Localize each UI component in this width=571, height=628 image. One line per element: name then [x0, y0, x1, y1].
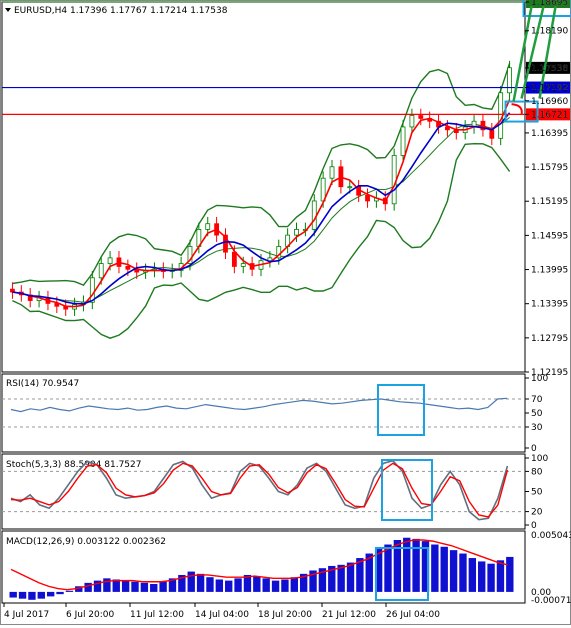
macd-histogram-bar — [346, 562, 355, 592]
macd-histogram-bar — [103, 578, 111, 592]
macd-histogram-bar — [150, 584, 158, 592]
macd-histogram-bar — [187, 571, 195, 592]
candle-body — [409, 115, 415, 128]
macd-histogram-bar — [290, 577, 298, 592]
macd-histogram-bar — [225, 580, 233, 592]
time-tick-label: 18 Jul 20:00 — [258, 610, 312, 620]
candle-body — [347, 186, 353, 189]
macd-histogram-bar — [440, 546, 448, 592]
macd-histogram-bar — [506, 556, 514, 592]
rsi-tick-label: 70 — [531, 395, 543, 405]
candle-body — [240, 263, 246, 267]
macd-histogram-bar — [18, 591, 27, 599]
candle-body — [391, 155, 397, 205]
macd-label: MACD(12,26,9) 0.003122 0.002362 — [6, 537, 166, 547]
price-tick-label: 1.13995 — [531, 266, 568, 276]
price-tick-label: 1.18695 — [531, 0, 568, 8]
candle-body — [365, 194, 370, 202]
macd-histogram-bar — [65, 590, 74, 592]
price-tick-label: 1.18190 — [531, 27, 568, 37]
stoch-label: Stoch(5,3,3) 88.5904 81.7527 — [6, 460, 141, 470]
price-tick-label: 1.13395 — [531, 300, 568, 310]
rsi-tick-label: 50 — [531, 409, 543, 419]
macd-histogram-bar — [206, 577, 214, 592]
macd-histogram-bar — [131, 581, 139, 592]
stoch-tick-label: 80 — [531, 467, 543, 477]
price-tick-label: 1.15795 — [531, 163, 568, 173]
candle-body — [125, 266, 131, 270]
time-tick-label: 4 Jul 2017 — [4, 610, 49, 620]
macd-histogram-bar — [412, 538, 420, 592]
macd-histogram-bar — [431, 544, 439, 592]
macd-tick-label: 0.005043 — [531, 531, 571, 541]
macd-histogram-bar — [140, 582, 149, 592]
price-tick-label: 1.12795 — [531, 334, 568, 344]
candle-body — [231, 251, 237, 267]
time-tick-label: 6 Jul 20:00 — [66, 610, 115, 620]
rsi-label: RSI(14) 70.9547 — [6, 379, 79, 389]
macd-histogram-bar — [121, 580, 130, 592]
candle-body — [311, 200, 317, 230]
macd-histogram-bar — [449, 550, 458, 592]
time-tick-label: 21 Jul 12:00 — [322, 610, 376, 620]
macd-histogram-bar — [84, 582, 92, 592]
macd-histogram-bar — [271, 580, 280, 592]
time-tick-label: 14 Jul 04:00 — [195, 610, 249, 620]
macd-histogram-bar — [478, 561, 486, 592]
macd-histogram-bar — [403, 537, 411, 592]
stoch-tick-label: 0 — [531, 521, 537, 531]
candle-body — [329, 166, 335, 179]
candle-body — [400, 126, 406, 156]
time-tick-label: 26 Jul 04:00 — [386, 610, 440, 620]
price-tick-label: 1.16395 — [531, 129, 568, 139]
macd-histogram-bar — [46, 591, 55, 597]
price-tick-label: 1.17538 — [531, 64, 568, 74]
price-tick-label: 1.14595 — [531, 231, 568, 241]
rsi-tick-label: 0 — [531, 444, 537, 454]
time-tick-label: 11 Jul 12:00 — [130, 610, 184, 620]
macd-histogram-bar — [468, 558, 477, 592]
stoch-tick-label: 20 — [531, 508, 543, 518]
candle-body — [418, 115, 424, 119]
macd-histogram-bar — [496, 560, 505, 592]
rsi-tick-label: 30 — [531, 423, 543, 433]
macd-histogram-bar — [56, 591, 64, 595]
macd-histogram-bar — [215, 579, 224, 592]
macd-histogram-bar — [159, 581, 167, 592]
candle-body — [507, 67, 512, 94]
stoch-tick-label: 100 — [531, 454, 548, 464]
price-tick-label: 1.16721 — [531, 110, 568, 120]
price-tick-label: 1.17192 — [531, 84, 568, 94]
macd-histogram-bar — [196, 573, 205, 592]
macd-histogram-bar — [459, 553, 467, 592]
macd-histogram-bar — [281, 579, 289, 592]
candle-body — [294, 229, 299, 236]
stoch-tick-label: 50 — [531, 488, 543, 498]
chart-window[interactable]: EURUSD,H4 1.17396 1.17767 1.17214 1.1753… — [0, 0, 571, 625]
candle-body — [489, 129, 495, 139]
price-tick-label: 1.16960 — [531, 97, 568, 107]
macd-tick-label: -0.000718 — [531, 596, 571, 606]
macd-histogram-bar — [9, 591, 17, 598]
macd-histogram-bar — [28, 591, 36, 600]
candle-body — [107, 257, 113, 264]
macd-histogram-bar — [487, 563, 495, 592]
rsi-tick-label: 100 — [531, 374, 548, 384]
symbol-header: EURUSD,H4 1.17396 1.17767 1.17214 1.1753… — [14, 6, 228, 16]
macd-histogram-bar — [262, 578, 270, 592]
macd-histogram-bar — [37, 591, 45, 599]
candle-body — [98, 263, 104, 279]
candle-body — [205, 223, 211, 230]
price-tick-label: 1.15195 — [531, 197, 568, 207]
macd-histogram-bar — [253, 576, 261, 592]
macd-histogram-bar — [234, 578, 242, 592]
macd-histogram-bar — [384, 544, 392, 592]
